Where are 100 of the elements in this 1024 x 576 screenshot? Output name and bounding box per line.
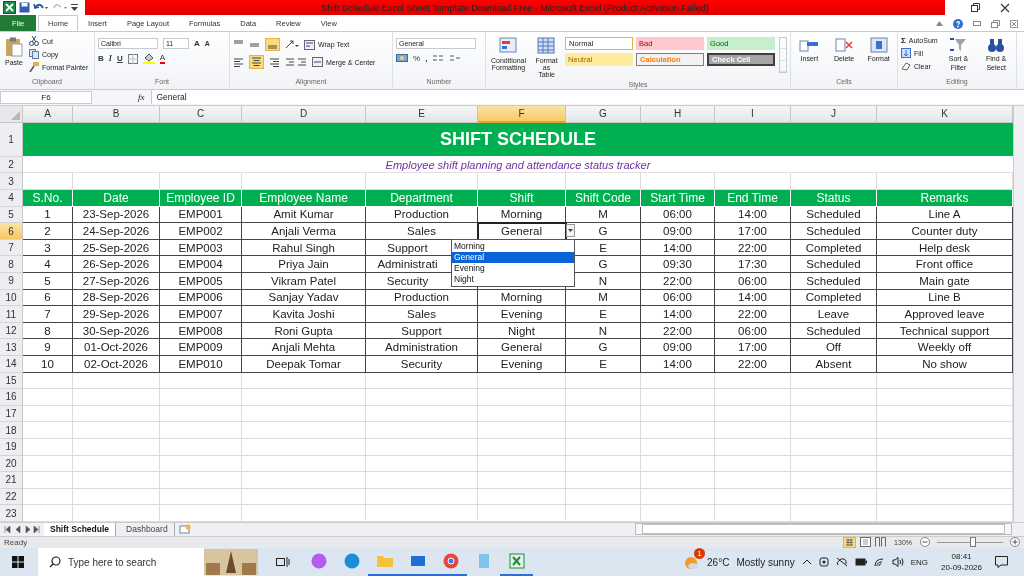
zoom-slider-thumb[interactable] [970,536,977,547]
decrease-decimal-icon[interactable] [449,53,462,63]
cloud-off-icon[interactable] [835,557,848,567]
sheet-tab[interactable]: Dashboard [120,522,175,536]
table-cell: Completed [805,241,862,254]
row-header[interactable]: 6 [0,223,23,240]
table-cell: Kavita Joshi [272,308,335,320]
align-right-icon[interactable] [269,56,280,68]
chevron-up-icon[interactable] [801,559,812,565]
table-cell: 5 [44,274,51,287]
formula-input[interactable]: General [150,90,1024,105]
sheet-navigation-icon[interactable] [4,525,40,533]
row-header[interactable]: 8 [0,256,23,273]
dropdown-option[interactable]: General [452,251,574,263]
table-cell: 22:00 [738,241,767,254]
fill-down-icon [901,48,911,58]
vertical-scrollbar[interactable] [1013,105,1024,522]
row-header[interactable]: 11 [0,306,23,323]
table-cell: Off [825,341,842,354]
table-cell: 3 [44,241,51,254]
table-cell: General [501,225,542,238]
speaker-icon[interactable] [891,557,904,567]
currency-icon[interactable] [396,53,408,63]
dropdown-button[interactable] [566,224,575,238]
column-heading-cell: Date [73,190,160,207]
insert-function-button[interactable]: fx [138,92,145,103]
dropdown-option[interactable]: Night [452,273,574,285]
row-header[interactable]: 3 [0,173,23,191]
clock-date[interactable]: 20-09-2026 [941,562,982,573]
gallery-scrollbar[interactable] [779,37,787,73]
table-cell: Weekly off [917,341,972,354]
increase-decimal-icon[interactable] [432,53,445,63]
camera-icon[interactable] [818,556,829,568]
row-header[interactable]: 13 [0,339,23,356]
clock-time[interactable]: 08:41 [951,551,972,562]
table-cell: Absent [815,357,852,370]
column-heading-cell: Start Time [641,190,715,207]
orientation-icon[interactable] [285,39,299,50]
row-header[interactable]: 16 [0,389,23,406]
grow-font-button[interactable]: A [194,39,200,48]
column-heading-cell: Employee Name [242,190,366,207]
fill-color-icon[interactable] [142,53,155,64]
wifi-icon[interactable] [873,557,885,567]
zoom-in-icon[interactable] [1010,537,1020,548]
row-header[interactable]: 9 [0,273,23,290]
row-header[interactable]: 18 [0,422,23,439]
close-icon[interactable] [1000,2,1010,13]
indent-icon[interactable] [285,56,307,68]
table-cell: EMP001 [178,208,223,221]
zoom-out-icon[interactable] [920,537,930,548]
align-left-icon[interactable] [233,56,244,68]
app-icon [310,553,327,569]
table-cell: Vikram Patel [271,274,336,287]
windows-start-icon[interactable] [12,556,24,568]
table-cell: Roni Gupta [274,324,333,337]
name-box[interactable]: F6 [0,90,92,104]
percent-button[interactable]: % [413,53,421,63]
table-cell: 06:00 [663,208,692,221]
sheet-tab[interactable]: Shift Schedule [44,522,117,536]
normal-view-icon[interactable] [843,536,857,548]
row-header[interactable]: 21 [0,472,23,489]
status-text: Ready [4,537,28,547]
column-heading-cell: S.No. [23,190,73,207]
restore-icon[interactable] [971,3,980,12]
save-icon[interactable] [19,2,30,13]
table-cell: Scheduled [806,258,861,271]
search-field[interactable]: Type here to search [38,548,204,576]
battery-icon[interactable] [854,558,867,566]
table-cell: Scheduled [806,225,861,238]
table-cell: Security [386,274,429,287]
bold-button[interactable]: B [98,54,104,63]
minimize-icon[interactable] [973,21,981,26]
underline-button[interactable]: U [116,54,123,63]
row-header[interactable]: 23 [0,505,23,522]
italic-button[interactable]: I [108,54,112,63]
font-color-button[interactable]: A [159,53,166,64]
align-center-icon[interactable] [249,55,264,69]
table-cell: 14:00 [663,241,692,254]
language-indicator[interactable]: ENG [910,557,929,567]
comma-button[interactable]: , [425,53,428,63]
table-cell: 22:00 [738,357,767,370]
notifications-icon[interactable] [995,556,1008,568]
page-layout-icon[interactable] [860,537,872,548]
task-view-icon[interactable] [276,556,290,568]
table-cell: 14:00 [663,357,692,370]
row-header[interactable]: 4 [0,190,23,207]
table-cell: Morning [500,291,543,304]
borders-icon[interactable] [127,53,138,64]
app-icon [508,553,525,569]
table-cell: EMP007 [178,308,223,320]
dropdown-option[interactable]: Evening [452,262,574,274]
horizontal-scrollbar[interactable] [634,523,1012,536]
row-header[interactable]: 1 [0,122,23,157]
collapse-ribbon-icon[interactable] [936,21,943,26]
dropdown-option[interactable]: Morning [452,240,574,252]
table-cell: 9 [44,341,51,354]
help-icon[interactable] [953,18,963,29]
page-break-icon[interactable] [875,537,887,548]
table-cell: 06:00 [738,274,767,287]
customize-caret-icon[interactable] [71,3,78,12]
